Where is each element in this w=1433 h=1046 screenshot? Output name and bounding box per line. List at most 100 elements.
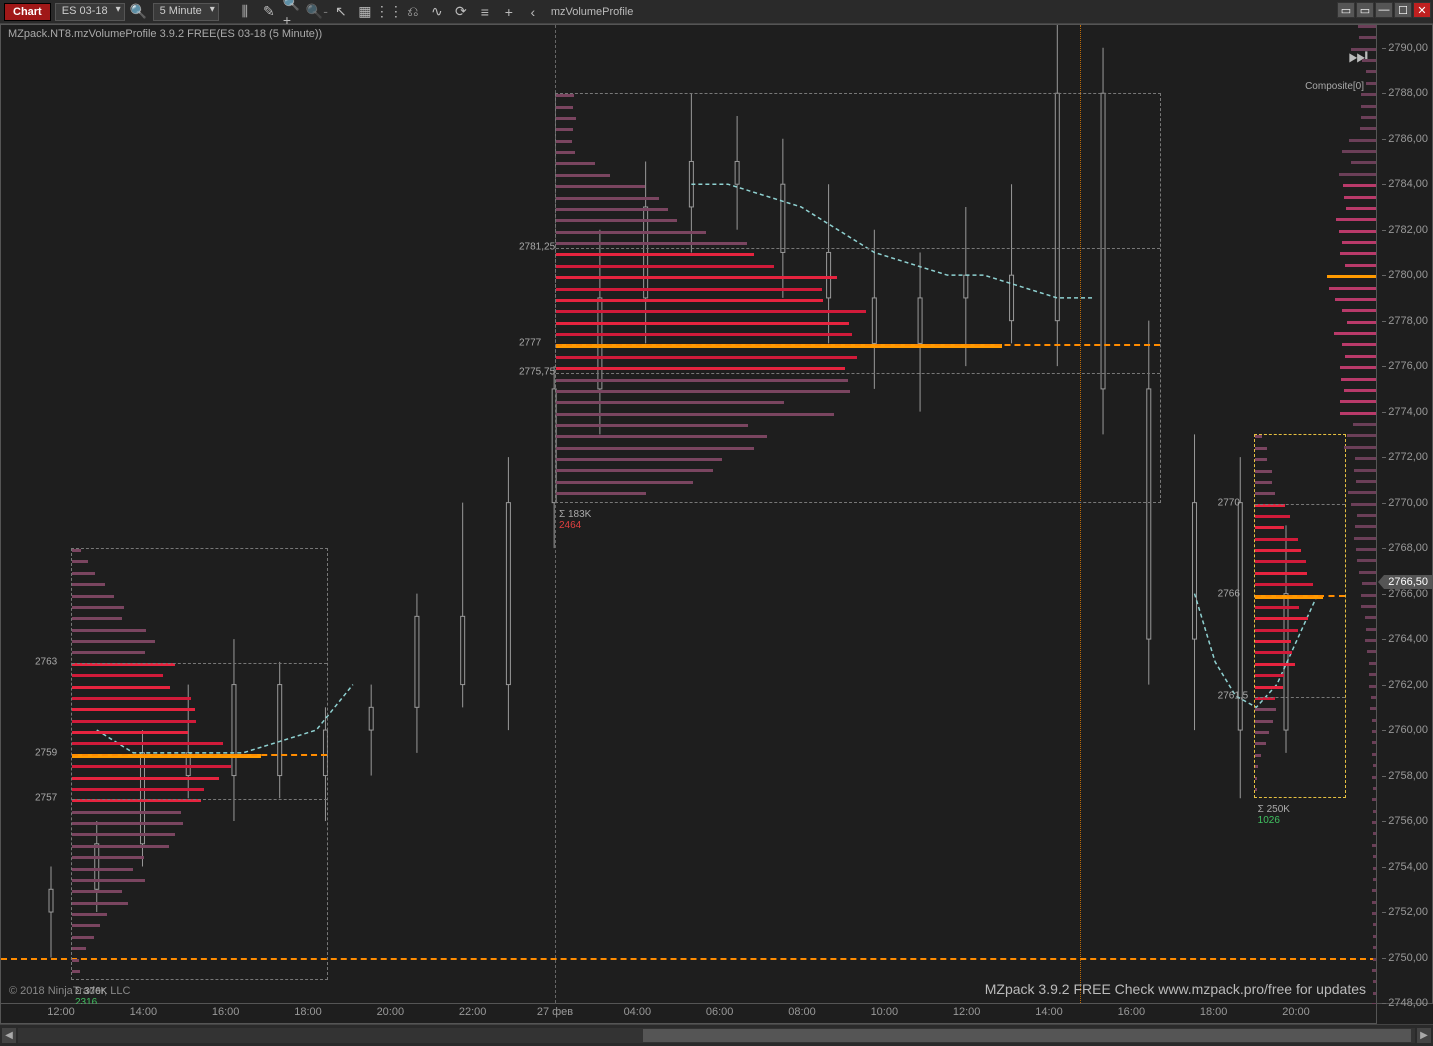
y-axis[interactable]: 2790,002788,002786,002784,002782,002780,… <box>1377 24 1433 1004</box>
interval-select[interactable]: 5 Minute <box>153 3 219 21</box>
x-axis[interactable]: 12:0014:0016:0018:0020:0022:0027 фев04:0… <box>0 1004 1377 1024</box>
zoom-out-icon[interactable]: 🔍- <box>307 2 327 22</box>
composite-row <box>1345 355 1376 358</box>
vp-row <box>72 811 181 814</box>
instrument-select[interactable]: ES 03-18 <box>55 3 125 21</box>
composite-row <box>1372 844 1376 847</box>
vp-row <box>72 595 114 598</box>
vp-row <box>556 231 706 234</box>
composite-row <box>1373 980 1376 983</box>
zoom-in-icon[interactable]: 🔍+ <box>283 2 303 22</box>
vp-level-label: 2777 <box>519 338 541 349</box>
composite-row <box>1372 776 1376 779</box>
plot-canvas[interactable]: Composite[0] ⏭ © 2018 NinjaTrader, LLC M… <box>0 24 1377 1004</box>
vp-level-line <box>72 663 327 664</box>
composite-row <box>1366 70 1376 73</box>
vp-row <box>1255 731 1269 734</box>
vp-row <box>72 902 128 905</box>
composite-row <box>1344 446 1376 449</box>
window-tile1-icon[interactable]: ▭ <box>1337 2 1355 18</box>
y-tick: 2770,00 <box>1388 497 1428 509</box>
vp-row <box>1255 651 1292 654</box>
vp-level-label: 2763 <box>35 656 57 667</box>
composite-row <box>1339 230 1376 233</box>
scroll-left-icon[interactable]: ◀ <box>2 1028 16 1043</box>
vp-row <box>1255 526 1284 529</box>
volume-profile-1 <box>71 548 328 980</box>
vp-row <box>556 401 784 404</box>
list-icon[interactable]: ≡ <box>475 2 495 22</box>
composite-row <box>1345 264 1376 267</box>
composite-row <box>1334 332 1376 335</box>
vp-row <box>556 458 722 461</box>
vp-row <box>72 674 163 677</box>
composite-row <box>1342 150 1376 153</box>
composite-row <box>1346 207 1376 210</box>
minimize-icon[interactable]: — <box>1375 2 1393 18</box>
scroll-track[interactable] <box>18 1028 1415 1043</box>
y-tick: 2784,00 <box>1388 178 1428 190</box>
composite-row <box>1347 434 1376 437</box>
vp-row <box>1255 720 1274 723</box>
window-tile2-icon[interactable]: ▭ <box>1356 2 1374 18</box>
x-tick: 08:00 <box>788 1006 816 1018</box>
chart-tab-button[interactable]: Chart <box>4 3 51 21</box>
composite-row <box>1347 321 1376 324</box>
link-icon[interactable]: ⎌ <box>403 2 423 22</box>
vp-row <box>72 583 105 586</box>
add-icon[interactable]: + <box>499 2 519 22</box>
close-icon[interactable]: ✕ <box>1413 2 1431 18</box>
composite-row <box>1373 832 1376 835</box>
scroll-thumb[interactable] <box>643 1029 1411 1042</box>
y-tick: 2760,00 <box>1388 724 1428 736</box>
y-tick: 2756,00 <box>1388 815 1428 827</box>
maximize-icon[interactable]: ☐ <box>1394 2 1412 18</box>
vp-row <box>556 242 747 245</box>
left-icon[interactable]: ‹ <box>523 2 543 22</box>
composite-row <box>1373 935 1376 938</box>
refresh-icon[interactable]: ⟳ <box>451 2 471 22</box>
scroll-right-icon[interactable]: ▶ <box>1417 1028 1431 1043</box>
vp-row <box>556 185 645 188</box>
vp-row <box>72 833 175 836</box>
vp-row <box>72 708 195 711</box>
y-tick: 2774,00 <box>1388 406 1428 418</box>
composite-row <box>1373 810 1376 813</box>
composite-row <box>1340 366 1376 369</box>
scrollbar-horizontal[interactable]: ◀ ▶ <box>0 1024 1433 1046</box>
composite-row <box>1357 514 1376 517</box>
composite-row <box>1361 93 1376 96</box>
vp-row <box>556 390 850 393</box>
chart-title: MZpack.NT8.mzVolumeProfile 3.9.2 FREE(ES… <box>8 28 322 40</box>
vp-row <box>1255 447 1267 450</box>
composite-row <box>1373 764 1376 767</box>
y-tick: 2778,00 <box>1388 315 1428 327</box>
y-tick: 2786,00 <box>1388 133 1428 145</box>
vp-row <box>72 686 170 689</box>
vp-row <box>556 322 849 325</box>
indicator-icon[interactable]: ∿ <box>427 2 447 22</box>
composite-row <box>1365 639 1376 642</box>
draw-icon[interactable]: ✎ <box>259 2 279 22</box>
composite-row <box>1362 59 1376 62</box>
vp-row <box>556 469 713 472</box>
vp-row <box>556 219 677 222</box>
composite-row <box>1351 503 1376 506</box>
vp-row <box>1255 549 1302 552</box>
vp-row <box>72 879 145 882</box>
composite-row <box>1329 287 1376 290</box>
search-icon[interactable]: 🔍 <box>129 2 149 22</box>
vp-row <box>1255 470 1272 473</box>
data-box-icon[interactable]: ▦ <box>355 2 375 22</box>
vp-row <box>1255 606 1299 609</box>
bars-icon[interactable]: ⫼ <box>235 2 255 22</box>
vp-row <box>556 117 576 120</box>
x-tick: 10:00 <box>871 1006 899 1018</box>
vp-row <box>556 447 754 450</box>
vp-row <box>556 424 748 427</box>
composite-row <box>1367 650 1376 653</box>
vp-row <box>72 970 80 973</box>
cursor-icon[interactable]: ↖ <box>331 2 351 22</box>
grid-icon[interactable]: ⋮⋮ <box>379 2 399 22</box>
vp-level-line <box>72 754 327 756</box>
